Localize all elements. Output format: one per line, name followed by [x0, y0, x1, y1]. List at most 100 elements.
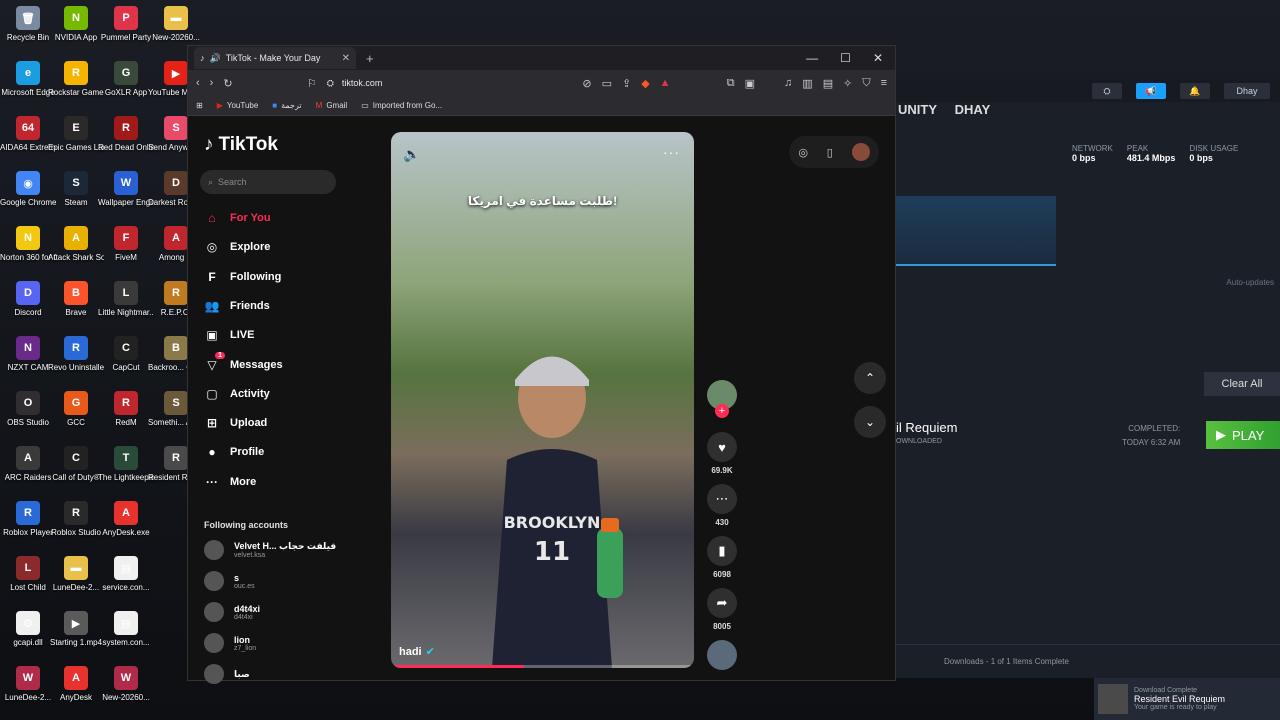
desktop-icon[interactable]: C Call of Duty® — [50, 446, 102, 483]
desktop-icon[interactable]: T The Lightkeeper — [98, 446, 154, 483]
desktop-icon[interactable]: A AnyDesk — [50, 666, 102, 703]
bookmark-page-icon[interactable]: ⚐ — [307, 77, 317, 90]
nav-item-profile[interactable]: ● Profile — [204, 444, 264, 460]
nav-item-following[interactable]: F Following — [204, 269, 281, 285]
following-account[interactable]: صبا — [204, 664, 250, 684]
desktop-icon[interactable]: R Roblox Player — [2, 501, 54, 538]
bookmark-gmail[interactable]: M Gmail — [316, 101, 348, 110]
video-author[interactable]: hadi ✔ — [399, 645, 435, 659]
desktop-icon[interactable]: G GCC — [50, 391, 102, 428]
vpn-icon[interactable]: ⛉ — [862, 77, 870, 90]
desktop-icon[interactable]: W Wallpaper Engine — [98, 171, 154, 208]
clear-all-button[interactable]: Clear All — [1204, 372, 1280, 396]
video-more-icon[interactable]: ··· — [663, 144, 680, 160]
address-bar[interactable]: ⛭ tiktok.com — [327, 74, 445, 92]
nav-item-activity[interactable]: ▢ Activity — [204, 386, 269, 402]
previous-video-button[interactable]: ⌃ — [854, 362, 886, 394]
nav-item-friends[interactable]: 👥 Friends — [204, 298, 270, 314]
desktop-icon[interactable]: ▶ Starting 1.mp4 — [50, 611, 102, 648]
site-info-icon[interactable]: ⛭ — [327, 78, 334, 89]
close-tab-icon[interactable]: ✕ — [342, 53, 350, 64]
notifications-bell-icon[interactable]: 🔔 — [1180, 83, 1210, 99]
desktop-icon[interactable]: 🗑 Recycle Bin — [2, 6, 54, 43]
desktop-icon[interactable]: L Lost Child — [2, 556, 54, 593]
desktop-icon[interactable]: F FiveM — [100, 226, 152, 263]
shields-off-icon[interactable]: ⊘ — [582, 77, 591, 90]
desktop-icon[interactable]: ▬ LuneDee-2... — [50, 556, 102, 593]
announcements-button[interactable]: 📢 — [1136, 83, 1166, 99]
media-icon[interactable]: ♫ — [784, 77, 792, 89]
desktop-icon[interactable]: R Rockstar Games ... — [48, 61, 104, 98]
steam-nav-community[interactable]: UNITY — [898, 102, 937, 117]
desktop-icon[interactable]: e Microsoft Edge — [1, 61, 55, 98]
heart-action[interactable]: ♥ 69.9K — [706, 432, 738, 475]
bookmark-action[interactable]: ▮ 6098 — [706, 536, 738, 579]
brave-shields-icon[interactable]: ◆ — [641, 77, 649, 90]
minimize-icon[interactable]: — — [806, 51, 818, 65]
bookmark-folder-imported[interactable]: ▭ Imported from Go... — [361, 101, 442, 110]
screenshot-icon[interactable]: ▣ — [745, 77, 755, 90]
leo-ai-icon[interactable]: ✧ — [843, 77, 852, 90]
desktop-icon[interactable]: D Discord — [2, 281, 54, 318]
desktop-icon[interactable]: B Brave — [50, 281, 102, 318]
desktop-icon[interactable]: P Pummel Party — [100, 6, 152, 43]
desktop-icon[interactable]: N NVIDIA App — [50, 6, 102, 43]
desktop-icon[interactable]: A Attack Shark Software — [48, 226, 104, 263]
creator-avatar[interactable]: + — [706, 380, 738, 418]
desktop-icon[interactable]: ▤ system.con... — [100, 611, 152, 648]
follow-plus-icon[interactable]: + — [715, 404, 729, 418]
brave-rewards-icon[interactable]: ▲ — [660, 77, 671, 89]
following-account[interactable]: Velvet H... فيلفت حجاب velvet.ksa — [204, 540, 336, 560]
desktop-icon[interactable]: O OBS Studio — [2, 391, 54, 428]
steam-user-menu[interactable]: Dhay — [1224, 83, 1270, 99]
nav-item-explore[interactable]: ◎ Explore — [204, 239, 271, 255]
coins-icon[interactable]: ◎ — [798, 146, 808, 159]
cast-icon[interactable]: ▭ — [602, 77, 612, 90]
nav-item-live[interactable]: ▣ LIVE — [204, 327, 254, 343]
share-action[interactable]: ➦ 8005 — [706, 588, 738, 631]
maximize-icon[interactable]: ☐ — [840, 51, 851, 65]
desktop-icon[interactable]: R RedM — [100, 391, 152, 428]
following-account[interactable]: d4t4xi d4t4xi — [204, 602, 260, 622]
new-tab-icon[interactable]: + — [366, 51, 374, 66]
tiktok-logo[interactable]: ♪ TikTok — [204, 134, 278, 156]
nav-item-messages[interactable]: ▽ 1 Messages — [204, 351, 283, 373]
download-complete-toast[interactable]: Download Complete Resident Evil Requiem … — [1094, 678, 1280, 720]
video-player[interactable]: 🔊 ··· طلبت مساعدة في امريكا! BROOKLYN 11… — [391, 132, 694, 668]
speaker-icon[interactable]: 🔊 — [210, 53, 221, 64]
user-avatar[interactable] — [851, 143, 870, 161]
sidebar-toggle-icon[interactable]: ▥ — [802, 77, 812, 90]
reload-icon[interactable]: ↻ — [223, 77, 232, 90]
nav-item-more[interactable]: ··· More — [204, 474, 256, 490]
apps-grid-icon[interactable]: ⊞ — [196, 101, 203, 110]
desktop-icon[interactable]: G GoXLR App — [100, 61, 152, 98]
comment-action[interactable]: ⋯ 430 — [706, 484, 738, 527]
desktop-icon[interactable]: N NZXT CAM — [2, 336, 54, 373]
sound-disc[interactable] — [706, 640, 738, 670]
bookmark-youtube[interactable]: ▶ YouTube — [217, 101, 259, 110]
play-button[interactable]: ▶ PLAY — [1206, 421, 1280, 449]
tab-tiktok[interactable]: ♪ 🔊 TikTok - Make Your Day ✕ — [194, 47, 356, 69]
desktop-icon[interactable]: R Red Dead Online — [98, 116, 154, 153]
menu-icon[interactable]: ≡ — [881, 77, 887, 89]
desktop-icon[interactable]: ▤ service.con... — [100, 556, 152, 593]
video-progress-bar[interactable] — [391, 665, 694, 668]
forward-icon[interactable]: › — [210, 77, 214, 89]
share-page-icon[interactable]: ⇪ — [622, 77, 631, 90]
device-icon[interactable]: ▯ — [827, 146, 833, 159]
desktop-icon[interactable]: ▬ New-20260... — [150, 6, 202, 43]
nav-item-upload[interactable]: ⊞ Upload — [204, 415, 267, 431]
desktop-icon[interactable]: C CapCut — [100, 336, 152, 373]
search-input[interactable]: ⌕ Search — [200, 170, 336, 194]
bookmark-translate[interactable]: ■ ترجمة — [272, 101, 301, 110]
close-window-icon[interactable]: ✕ — [873, 51, 883, 65]
following-account[interactable]: s ouc.es — [204, 571, 255, 591]
address-text[interactable]: tiktok.com — [342, 78, 383, 88]
nav-item-for-you[interactable]: ⌂ For You — [204, 210, 270, 226]
downloads-footer[interactable]: Downloads - 1 of 1 Items Complete — [896, 644, 1280, 678]
desktop-icon[interactable]: A ARC Raiders — [2, 446, 54, 483]
desktop-icon[interactable]: A AnyDesk.exe — [100, 501, 152, 538]
desktop-icon[interactable]: S Steam — [50, 171, 102, 208]
next-video-button[interactable]: ⌄ — [854, 406, 886, 438]
desktop-icon[interactable]: ◉ Google Chrome — [0, 171, 56, 208]
